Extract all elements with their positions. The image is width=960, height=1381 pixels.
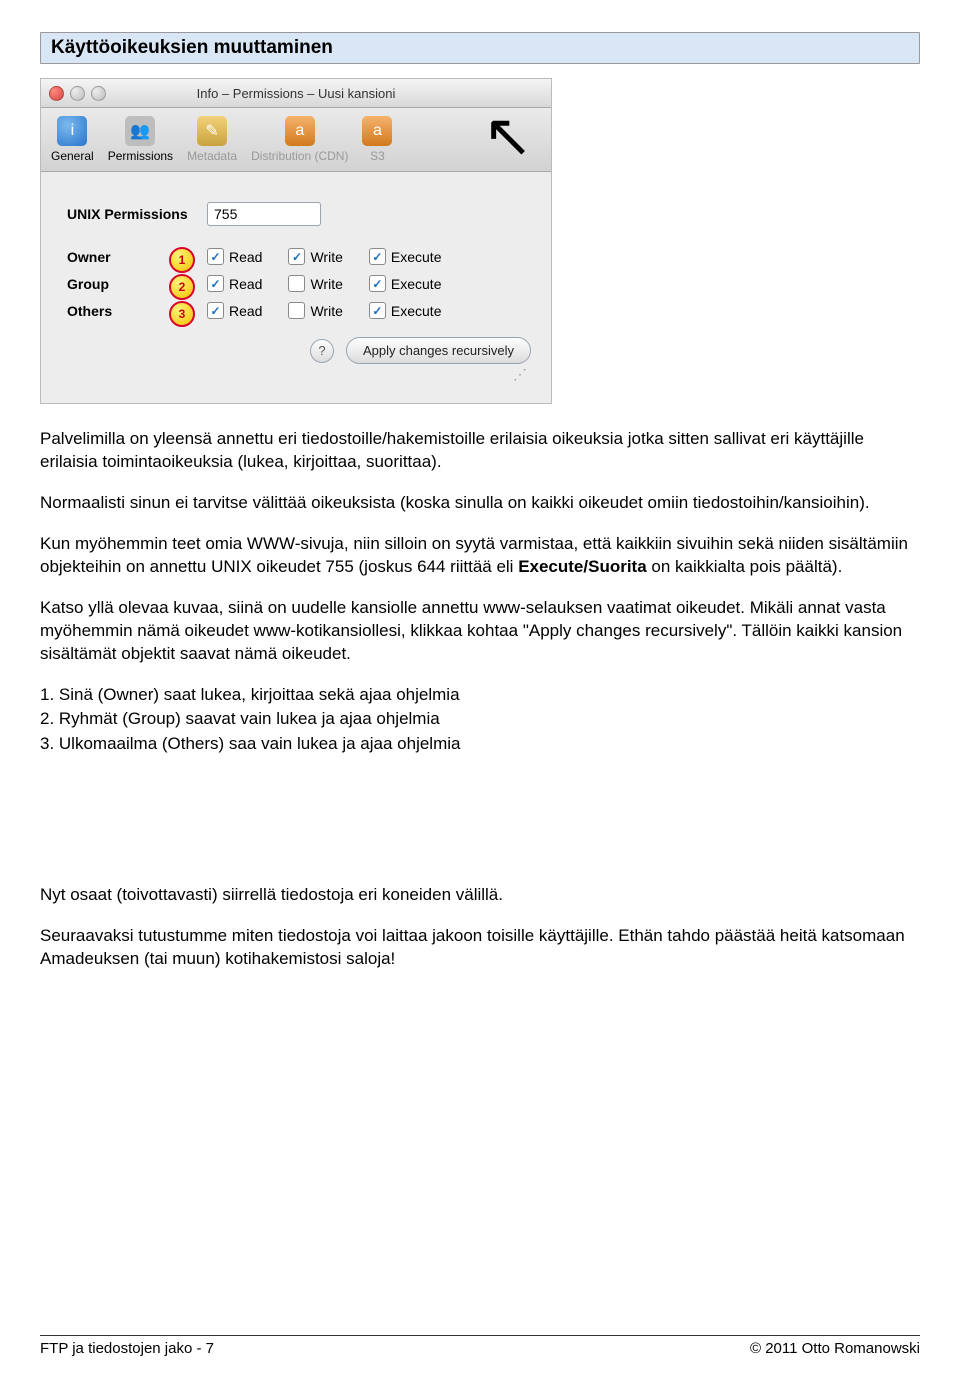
- pencil-icon: ✎: [197, 116, 227, 146]
- tab-label: General: [51, 149, 94, 163]
- section-heading: Käyttöoikeuksien muuttaminen: [40, 32, 920, 64]
- group-read[interactable]: Read: [207, 275, 262, 292]
- checkbox-icon: [369, 248, 386, 265]
- perm-row-group: 2 Group Read Write Execute: [61, 275, 531, 292]
- others-write[interactable]: Write: [288, 302, 342, 319]
- checkbox-icon: [207, 275, 224, 292]
- perm-row-owner: 1 Owner Read Write Execute: [61, 248, 531, 265]
- window-title: Info – Permissions – Uusi kansioni: [41, 86, 551, 101]
- tab-distribution[interactable]: a Distribution (CDN): [245, 114, 354, 165]
- owner-execute[interactable]: Execute: [369, 248, 442, 265]
- perm-row-others: 3 Others Read Write Execute: [61, 302, 531, 319]
- group-icon: 👥: [125, 116, 155, 146]
- toolbar: i General 👥 Permissions ✎ Metadata a Dis…: [41, 108, 551, 172]
- owner-write[interactable]: Write: [288, 248, 342, 265]
- tab-permissions[interactable]: 👥 Permissions: [102, 114, 179, 165]
- paragraph: Kun myöhemmin teet omia WWW-sivuja, niin…: [40, 533, 920, 579]
- permissions-window: Info – Permissions – Uusi kansioni i Gen…: [40, 78, 552, 404]
- paragraph: Katso yllä olevaa kuvaa, siinä on uudell…: [40, 597, 920, 666]
- checkbox-icon: [207, 248, 224, 265]
- panel-footer: ? Apply changes recursively: [61, 337, 531, 364]
- window-titlebar: Info – Permissions – Uusi kansioni: [41, 79, 551, 108]
- list-item: 2. Ryhmät (Group) saavat vain lukea ja a…: [40, 708, 920, 731]
- unix-permissions-label: UNIX Permissions: [61, 206, 207, 222]
- checkbox-icon: [369, 302, 386, 319]
- unix-permissions-field[interactable]: [207, 202, 321, 226]
- tab-label: Permissions: [108, 149, 173, 163]
- box-icon: a: [285, 116, 315, 146]
- list-item: 1. Sinä (Owner) saat lukea, kirjoittaa s…: [40, 684, 920, 707]
- marker-2: 2: [169, 274, 195, 300]
- checkbox-icon: [207, 302, 224, 319]
- tab-metadata[interactable]: ✎ Metadata: [181, 114, 243, 165]
- tab-general[interactable]: i General: [45, 114, 100, 165]
- group-execute[interactable]: Execute: [369, 275, 442, 292]
- tab-label: S3: [370, 149, 385, 163]
- list-item: 3. Ulkomaailma (Others) saa vain lukea j…: [40, 733, 920, 756]
- tab-label: Metadata: [187, 149, 237, 163]
- tab-label: Distribution (CDN): [251, 149, 348, 163]
- box-icon: a: [362, 116, 392, 146]
- owner-read[interactable]: Read: [207, 248, 262, 265]
- tab-s3[interactable]: a S3: [356, 114, 398, 165]
- checkbox-icon: [288, 275, 305, 292]
- footer-left: FTP ja tiedostojen jako - 7: [40, 1340, 214, 1357]
- group-write[interactable]: Write: [288, 275, 342, 292]
- paragraph: Seuraavaksi tutustumme miten tiedostoja …: [40, 925, 920, 971]
- page: Käyttöoikeuksien muuttaminen Info – Perm…: [0, 0, 960, 1381]
- paragraph: Normaalisti sinun ei tarvitse välittää o…: [40, 492, 920, 515]
- paragraph: Nyt osaat (toivottavasti) siirrellä tied…: [40, 884, 920, 907]
- checkbox-icon: [369, 275, 386, 292]
- footer-right: © 2011 Otto Romanowski: [750, 1340, 920, 1357]
- info-icon: i: [57, 116, 87, 146]
- apply-recursively-button[interactable]: Apply changes recursively: [346, 337, 531, 364]
- marker-3: 3: [169, 301, 195, 327]
- marker-1: 1: [169, 247, 195, 273]
- checkbox-icon: [288, 302, 305, 319]
- resize-handle-icon[interactable]: ⋰: [61, 366, 531, 383]
- checkbox-icon: [288, 248, 305, 265]
- others-read[interactable]: Read: [207, 302, 262, 319]
- page-footer: FTP ja tiedostojen jako - 7 © 2011 Otto …: [40, 1335, 920, 1357]
- help-button[interactable]: ?: [310, 339, 334, 363]
- others-execute[interactable]: Execute: [369, 302, 442, 319]
- permissions-panel: UNIX Permissions 1 Owner Read Write Exec…: [41, 172, 551, 403]
- paragraph: Palvelimilla on yleensä annettu eri tied…: [40, 428, 920, 474]
